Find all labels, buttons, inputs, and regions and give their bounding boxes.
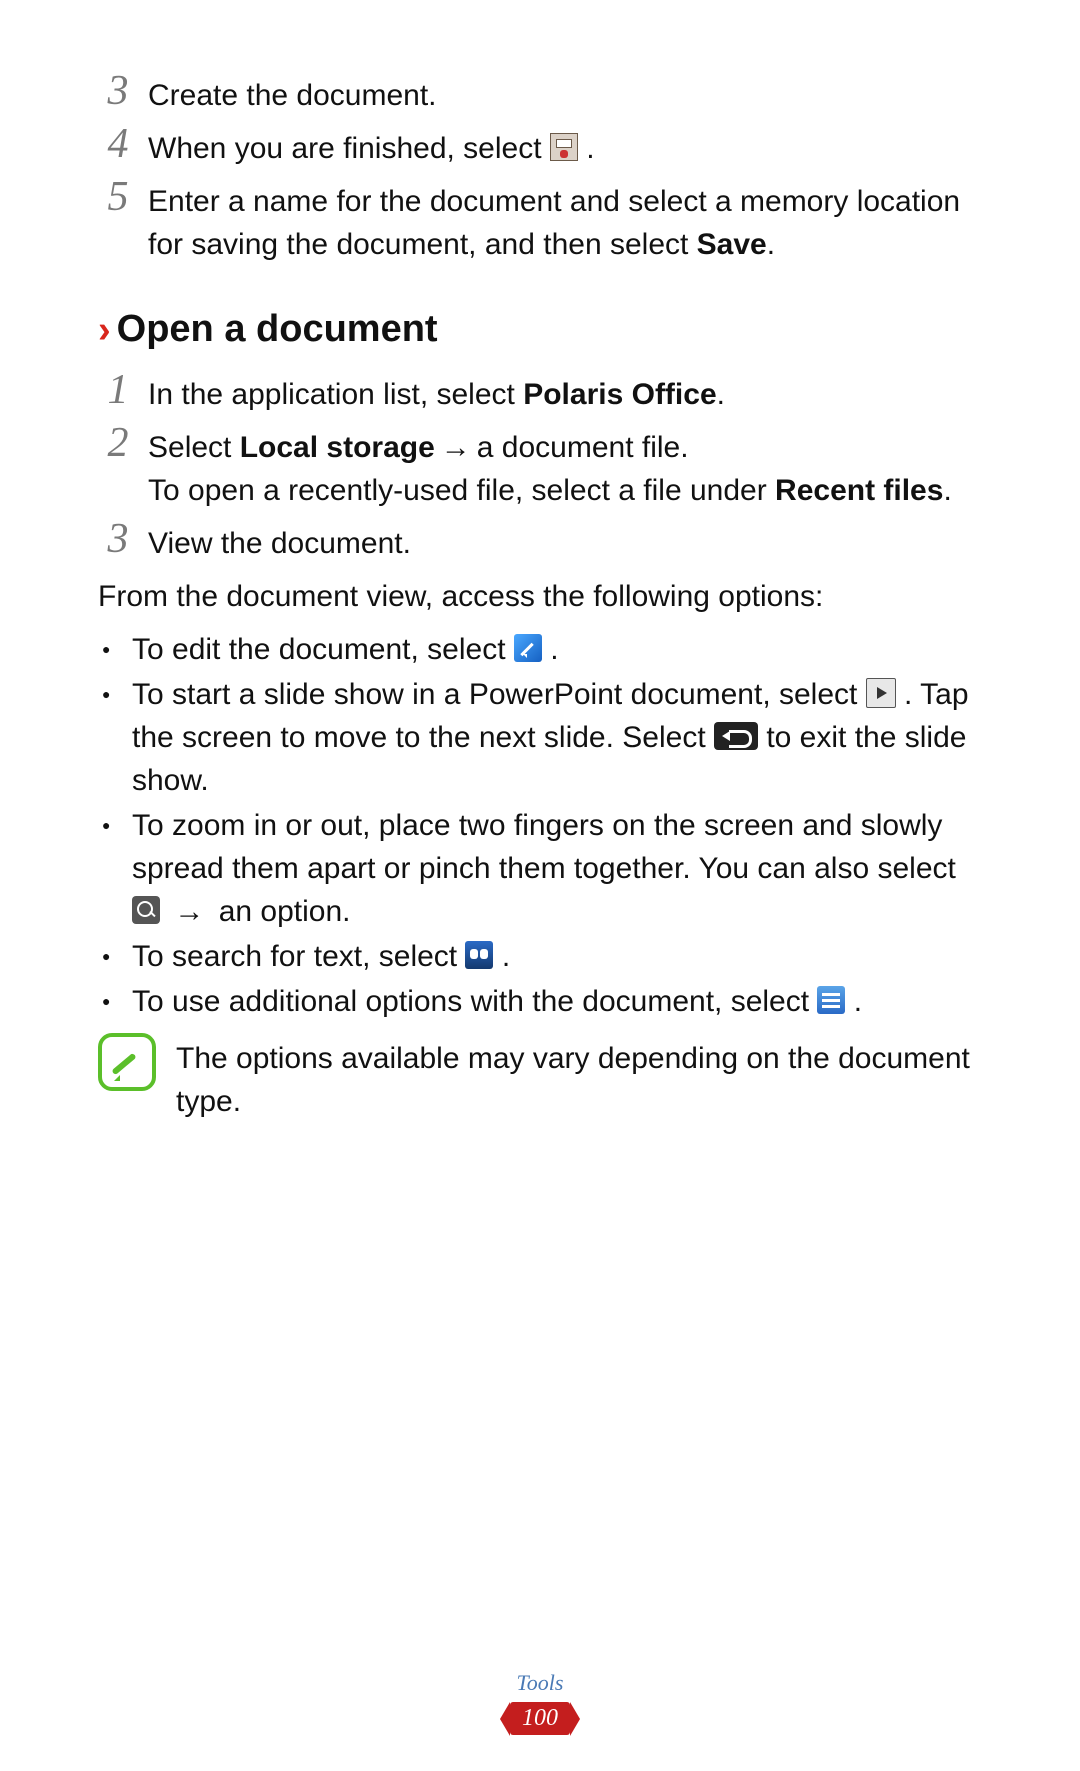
text: To zoom in or out, place two fingers on … xyxy=(132,809,956,885)
text: In the application list, select xyxy=(148,378,523,411)
note-text: The options available may vary depending… xyxy=(176,1033,982,1123)
text: Enter a name for the document and select… xyxy=(148,185,960,261)
lead-paragraph: From the document view, access the follo… xyxy=(98,575,982,618)
step-5: 5 Enter a name for the document and sele… xyxy=(98,176,982,266)
open-step-2: 2 Select Local storage → a document file… xyxy=(98,422,982,512)
open-step-3: 3 View the document. xyxy=(98,518,982,565)
bold-text: Polaris Office xyxy=(523,378,716,411)
footer-category: Tools xyxy=(0,1670,1080,1696)
list-item: To start a slide show in a PowerPoint do… xyxy=(98,673,982,802)
page-footer: Tools 100 xyxy=(0,1670,1080,1735)
step-text: View the document. xyxy=(148,518,411,565)
step-text: Select Local storage → a document file. … xyxy=(148,422,952,512)
options-list: To edit the document, select . To start … xyxy=(98,628,982,1023)
list-item: To search for text, select . xyxy=(98,935,982,978)
text: To start a slide show in a PowerPoint do… xyxy=(132,678,866,711)
bold-text: Save xyxy=(697,228,767,261)
zoom-icon xyxy=(132,896,160,924)
step-text: When you are finished, select . xyxy=(148,123,595,170)
search-icon xyxy=(465,941,493,969)
text: . xyxy=(767,228,775,261)
step-3: 3 Create the document. xyxy=(98,70,982,117)
section-heading: › Open a document xyxy=(98,308,982,351)
step-text: Create the document. xyxy=(148,70,437,117)
step-4: 4 When you are finished, select . xyxy=(98,123,982,170)
list-item: To edit the document, select . xyxy=(98,628,982,671)
edit-icon xyxy=(514,634,542,662)
text: Select xyxy=(148,431,240,464)
step-number: 3 xyxy=(98,518,138,560)
list-item: To use additional options with the docum… xyxy=(98,980,982,1023)
text: To open a recently-used file, select a f… xyxy=(148,474,775,507)
manual-page: 3 Create the document. 4 When you are fi… xyxy=(0,0,1080,1771)
chevron-icon: › xyxy=(98,311,111,349)
bold-text: Local storage xyxy=(240,431,435,464)
bold-text: Recent files xyxy=(775,474,943,507)
text: . xyxy=(717,378,725,411)
text: To search for text, select xyxy=(132,940,465,973)
text: . xyxy=(550,633,558,666)
text: . xyxy=(943,474,951,507)
step-number: 1 xyxy=(98,369,138,411)
text: . xyxy=(502,940,510,973)
text: an option. xyxy=(219,895,351,928)
note-icon xyxy=(98,1033,156,1091)
text: To use additional options with the docum… xyxy=(132,985,817,1018)
text: . xyxy=(854,985,862,1018)
arrow-icon: → xyxy=(168,890,210,933)
list-item: To zoom in or out, place two fingers on … xyxy=(98,804,982,933)
save-icon xyxy=(550,133,578,161)
menu-icon xyxy=(817,986,845,1014)
text: . xyxy=(586,132,594,165)
play-icon xyxy=(866,678,896,708)
page-number-badge: 100 xyxy=(510,1702,570,1735)
step-number: 3 xyxy=(98,70,138,112)
back-icon xyxy=(714,722,758,750)
step-number: 5 xyxy=(98,176,138,218)
step-text: In the application list, select Polaris … xyxy=(148,369,725,416)
arrow-icon: → xyxy=(435,426,477,469)
step-text: Enter a name for the document and select… xyxy=(148,176,982,266)
section-title: Open a document xyxy=(117,308,438,351)
text: a document file. xyxy=(477,431,689,464)
text: To edit the document, select xyxy=(132,633,514,666)
step-number: 2 xyxy=(98,422,138,464)
open-step-1: 1 In the application list, select Polari… xyxy=(98,369,982,416)
note: The options available may vary depending… xyxy=(98,1033,982,1123)
text: When you are finished, select xyxy=(148,132,550,165)
step-number: 4 xyxy=(98,123,138,165)
